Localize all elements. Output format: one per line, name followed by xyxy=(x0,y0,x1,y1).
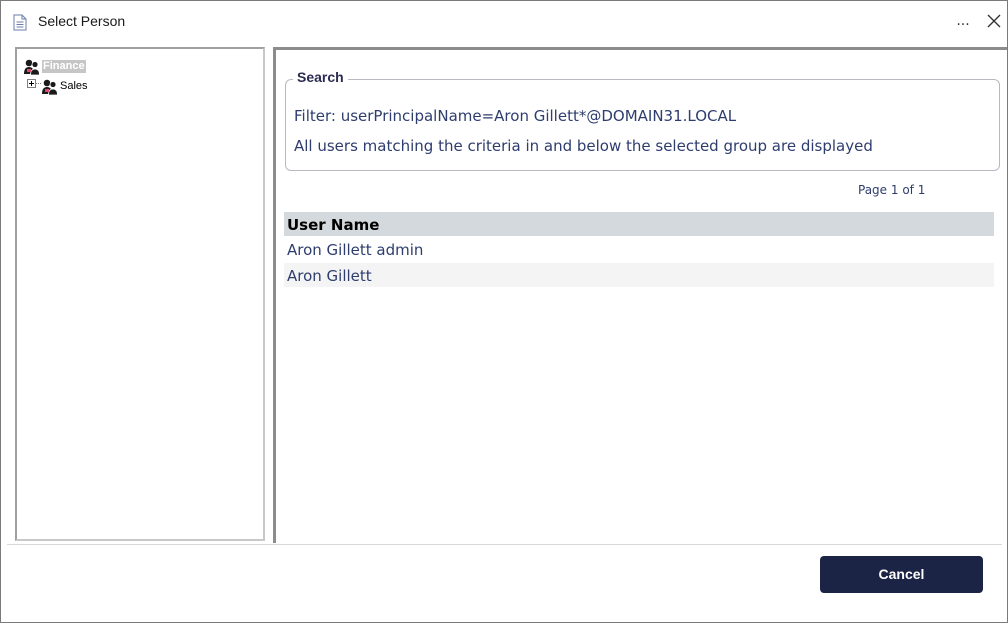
cancel-button[interactable]: Cancel xyxy=(820,556,983,593)
people-icon xyxy=(24,59,40,75)
table-row[interactable]: Aron Gillett admin xyxy=(284,237,994,261)
user-name-cell: Aron Gillett xyxy=(287,267,372,285)
title-bar: Select Person ... xyxy=(1,1,1007,43)
footer-divider xyxy=(7,544,1002,545)
select-person-window: Select Person ... Finance Sales Search F… xyxy=(0,0,1008,623)
close-icon[interactable] xyxy=(985,12,1003,30)
user-name-cell: Aron Gillett admin xyxy=(287,241,424,259)
more-options-button[interactable]: ... xyxy=(953,11,973,31)
window-title: Select Person xyxy=(38,13,126,29)
column-header-user-name[interactable]: User Name xyxy=(287,216,379,234)
people-icon xyxy=(42,79,58,95)
table-row[interactable]: Aron Gillett xyxy=(284,263,994,287)
grid-header[interactable]: User Name xyxy=(284,212,994,236)
tree-item-finance[interactable]: Finance xyxy=(23,59,123,75)
search-info-text: All users matching the criteria in and b… xyxy=(294,137,873,155)
tree-item-label: Sales xyxy=(60,80,88,92)
document-icon xyxy=(13,14,27,31)
tree-item-label: Finance xyxy=(42,60,86,73)
filter-text: Filter: userPrincipalName=Aron Gillett*@… xyxy=(294,107,737,125)
tree-item-sales[interactable]: Sales xyxy=(41,79,141,95)
search-groupbox xyxy=(285,79,1000,171)
pagination-label: Page 1 of 1 xyxy=(858,183,926,197)
group-tree-panel: Finance Sales xyxy=(15,47,265,541)
search-legend: Search xyxy=(293,69,348,85)
